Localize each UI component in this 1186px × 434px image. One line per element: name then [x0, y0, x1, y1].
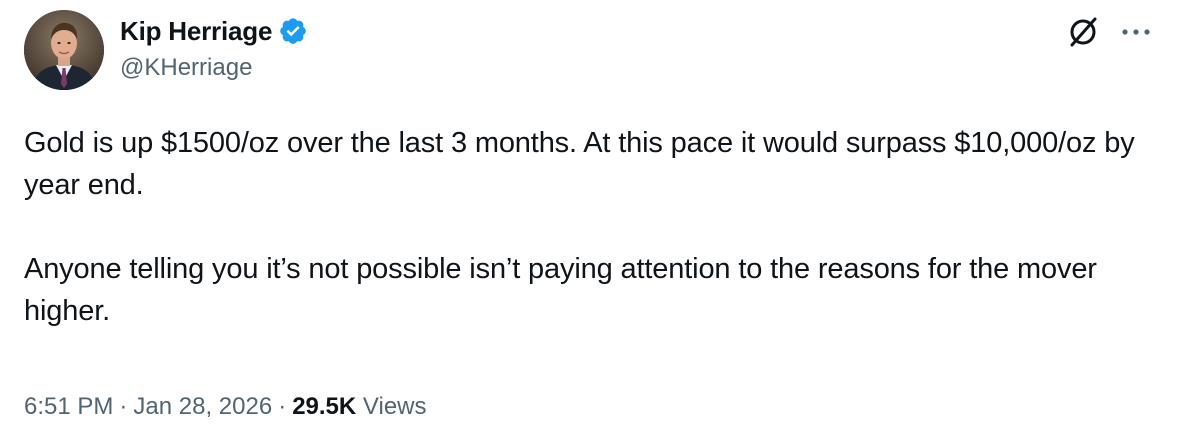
tweet-date[interactable]: Jan 28, 2026	[133, 393, 272, 420]
tweet-text: Gold is up $1500/oz over the last 3 mont…	[24, 122, 1164, 332]
more-options-icon[interactable]	[1116, 20, 1156, 44]
author-display-name[interactable]: Kip Herriage	[120, 16, 272, 47]
tweet-card: Kip Herriage @KHerriage Gold is up $1500…	[0, 0, 1186, 434]
meta-separator: ·	[119, 393, 128, 420]
author-name-row: Kip Herriage	[120, 14, 308, 48]
meta-separator: ·	[278, 393, 287, 420]
verified-badge-icon[interactable]	[278, 16, 308, 46]
tweet-paragraph: Anyone telling you it’s not possible isn…	[24, 253, 1097, 327]
grok-icon[interactable]	[1066, 15, 1100, 49]
views-count[interactable]: 29.5K	[292, 393, 356, 420]
tweet-metadata: 6:51 PM · Jan 28, 2026 · 29.5K Views	[24, 393, 427, 421]
views-label: Views	[362, 393, 427, 420]
tweet-paragraph: Gold is up $1500/oz over the last 3 mont…	[24, 127, 1135, 201]
avatar-image	[24, 10, 104, 90]
tweet-time[interactable]: 6:51 PM	[24, 393, 113, 420]
author-avatar[interactable]	[24, 10, 104, 90]
author-handle[interactable]: @KHerriage	[120, 54, 252, 82]
